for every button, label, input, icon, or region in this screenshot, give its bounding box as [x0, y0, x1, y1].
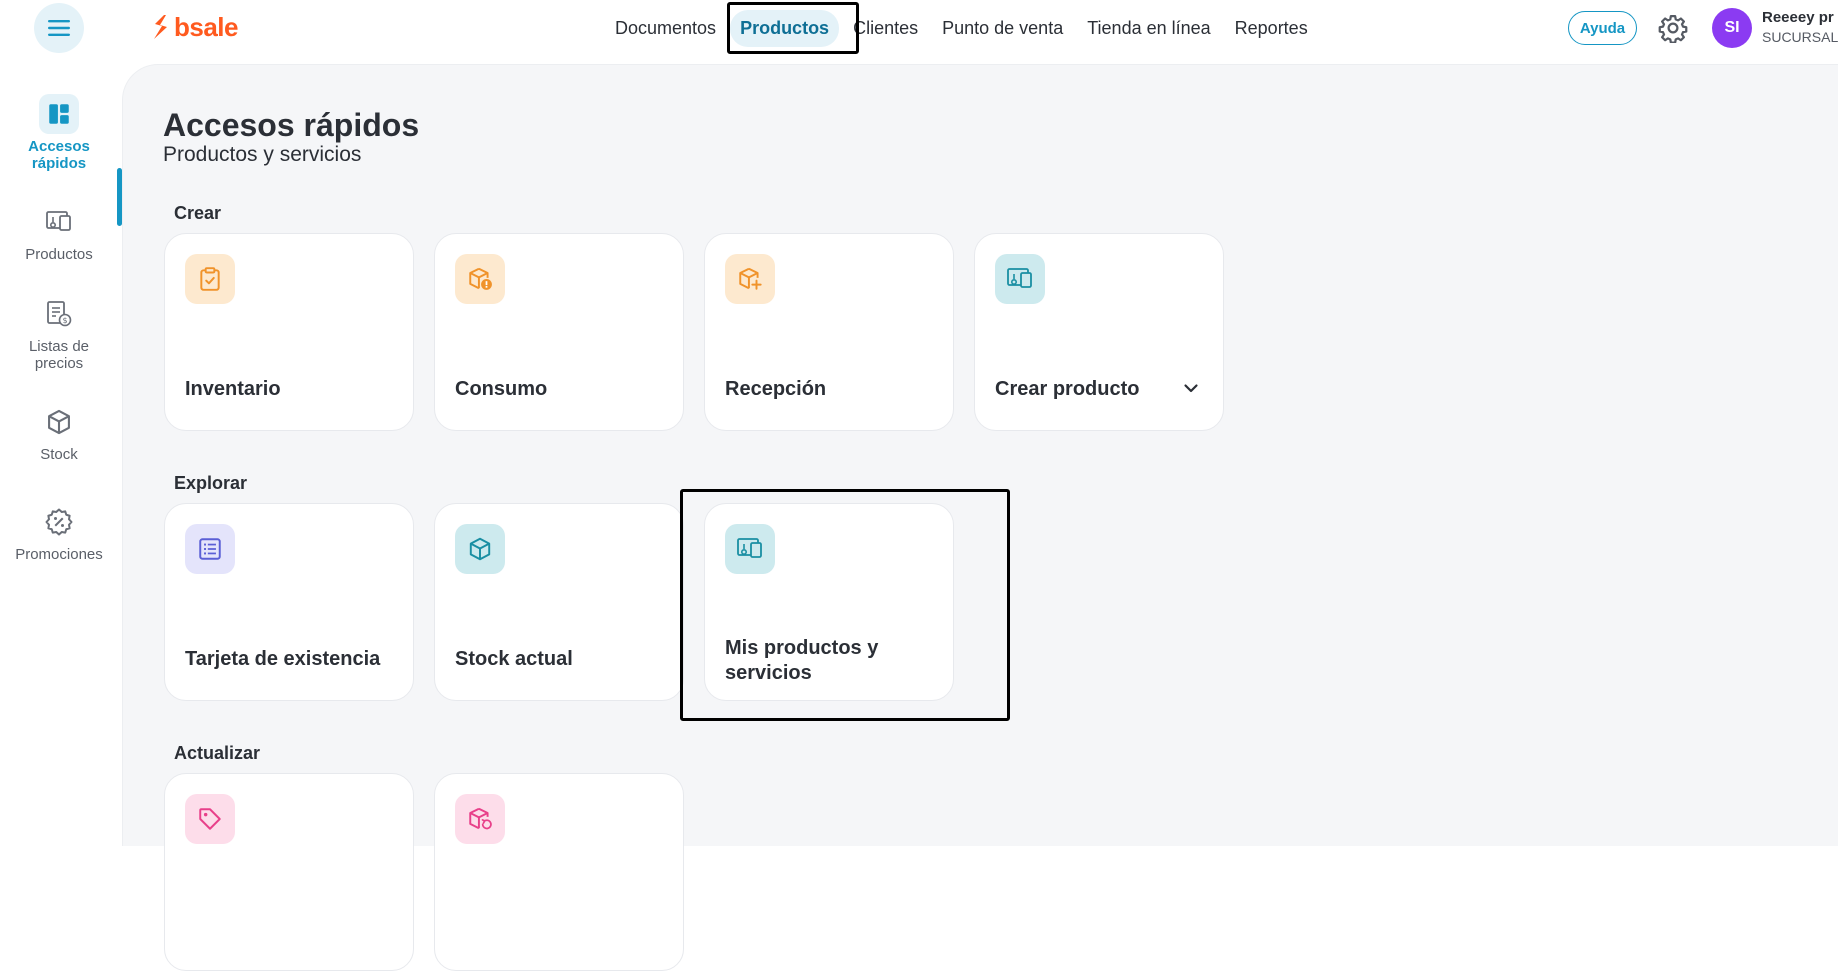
svg-text:$: $ — [62, 316, 67, 325]
box-plus-icon — [739, 267, 762, 290]
main-content: Accesos rápidos Productos y servicios Cr… — [122, 64, 1838, 971]
clipboard-check-icon — [200, 267, 220, 291]
card-label: Tarjeta de existencia — [185, 648, 381, 670]
card-tarjeta-de-existencia[interactable]: Tarjeta de existencia — [164, 503, 414, 701]
card-label: Consumo — [455, 378, 548, 400]
card-mis-productos-y-servicios[interactable]: Mis productos y servicios — [704, 503, 954, 701]
card-label: Mis productos y servicios — [725, 637, 879, 684]
sidebar-label: Stock — [40, 446, 78, 463]
sidebar-label-line1: Accesos — [28, 138, 90, 155]
top-bar: bsale Documentos Productos Clientes Punt… — [0, 0, 1838, 64]
nav-item-punto-de-venta[interactable]: Punto de venta — [932, 10, 1073, 47]
menu-button[interactable] — [34, 3, 84, 53]
product-icon — [1007, 268, 1032, 288]
section-label-actualizar: Actualizar — [174, 743, 261, 763]
box-refresh-icon — [469, 807, 492, 830]
nav-item-documentos[interactable]: Documentos — [605, 10, 726, 47]
sidebar-item-productos[interactable]: Productos — [0, 202, 118, 263]
card-stock-actual[interactable]: Stock actual — [434, 503, 684, 701]
nav-item-tienda-en-linea[interactable]: Tienda en línea — [1077, 10, 1220, 47]
sidebar-label: Productos — [25, 246, 93, 263]
sidebar-label-line1: Listas de — [28, 338, 90, 355]
card-label: Stock actual — [455, 648, 573, 670]
box-icon — [469, 537, 491, 561]
card-actualizar-stock[interactable] — [434, 773, 684, 971]
page-title: Accesos rápidos — [163, 107, 420, 143]
chevron-down-icon[interactable] — [1181, 378, 1201, 398]
bsale-logo[interactable]: bsale — [150, 11, 239, 42]
card-label: Crear producto — [995, 378, 1140, 400]
sidebar-label-line2: precios — [34, 355, 84, 372]
product-icon — [737, 538, 762, 558]
nav-item-clientes[interactable]: Clientes — [843, 10, 928, 47]
sidebar: Accesos rápidos Productos $ Listas de pr… — [0, 64, 122, 846]
user-info[interactable]: Reeeey pr SUCURSAL — [1762, 9, 1838, 45]
user-branch: SUCURSAL — [1762, 29, 1838, 45]
logo-mark-icon — [154, 15, 167, 39]
nav-item-reportes[interactable]: Reportes — [1225, 10, 1318, 47]
list-icon — [199, 538, 221, 560]
price-list-icon: $ — [47, 301, 72, 327]
card-recepcion[interactable]: Recepción — [704, 233, 954, 431]
user-name: Reeeey pr — [1762, 9, 1834, 26]
avatar[interactable]: SI — [1712, 8, 1752, 48]
main-nav: Documentos Productos Clientes Punto de v… — [605, 9, 1322, 47]
sidebar-item-stock[interactable]: Stock — [0, 402, 118, 463]
product-icon — [46, 211, 71, 231]
card-actualizar-precios[interactable] — [164, 773, 414, 971]
tag-icon — [199, 808, 221, 830]
sidebar-label-line2: rápidos — [31, 155, 87, 172]
section-label-explorar: Explorar — [174, 473, 248, 493]
logo-text: bsale — [174, 11, 239, 42]
section-label-crear: Crear — [174, 203, 222, 223]
sidebar-item-accesos-rapidos[interactable]: Accesos rápidos — [0, 94, 118, 172]
box-icon — [48, 409, 70, 435]
help-button[interactable]: Ayuda — [1568, 11, 1637, 45]
hamburger-icon — [48, 20, 70, 36]
box-alert-icon — [469, 267, 492, 290]
card-label: Recepción — [725, 378, 827, 400]
gear-icon[interactable] — [1658, 13, 1688, 43]
sidebar-item-listas-de-precios[interactable]: $ Listas de precios — [0, 294, 118, 372]
promotion-icon — [45, 508, 73, 536]
page-subtitle: Productos y servicios — [163, 143, 362, 166]
card-inventario[interactable]: Inventario — [164, 233, 414, 431]
card-label: Inventario — [185, 378, 281, 400]
card-crear-producto[interactable]: Crear producto — [974, 233, 1224, 431]
nav-item-productos[interactable]: Productos — [730, 9, 840, 47]
sidebar-label: Promociones — [15, 546, 103, 563]
dashboard-icon — [49, 104, 69, 124]
card-consumo[interactable]: Consumo — [434, 233, 684, 431]
sidebar-item-promociones[interactable]: Promociones — [0, 502, 118, 563]
